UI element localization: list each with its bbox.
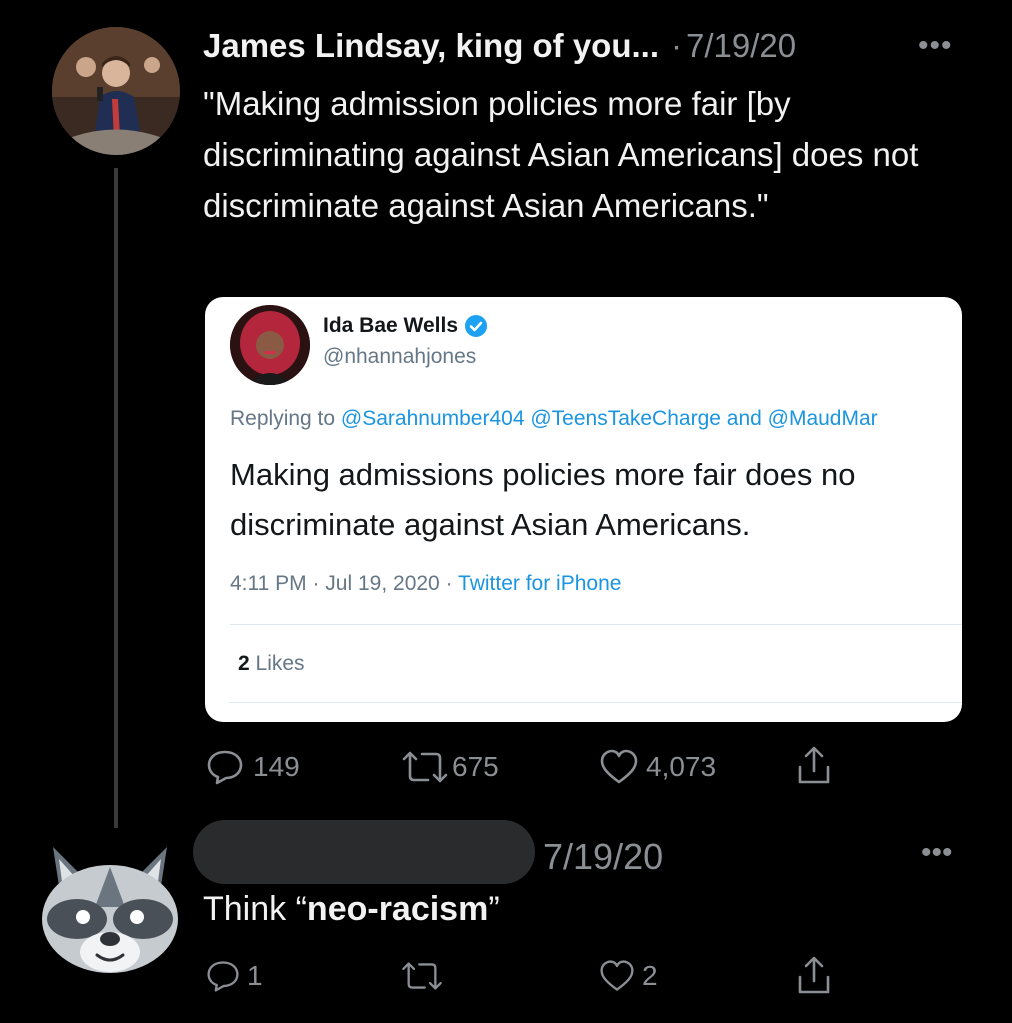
reply-button[interactable]: 1 [205, 958, 263, 994]
quoted-timestamp: 4:11 PM · Jul 19, 2020 · Twitter for iPh… [230, 572, 621, 596]
more-options-icon[interactable]: ••• [918, 31, 953, 61]
display-name[interactable]: James Lindsay, king of you... [203, 27, 659, 65]
like-count: 4,073 [646, 751, 717, 782]
like-count: 2 [642, 960, 658, 991]
like-button[interactable]: 4,073 [598, 748, 716, 786]
raccoon-avatar-icon[interactable] [35, 837, 185, 977]
replying-prefix: Replying to [230, 407, 341, 430]
divider [230, 702, 962, 703]
quoted-text-line: Making admissions policies more fair doe… [230, 457, 856, 492]
reply-mentions: @Sarahnumber404 @TeensTakeCharge and @Ma… [340, 407, 878, 430]
quoted-likes-count: 2 [238, 652, 250, 675]
tweet-text-prefix: Think “ [203, 890, 307, 928]
tweet-text-suffix: ” [488, 890, 500, 928]
tweet-text: "Making admission policies more fair [by… [203, 85, 919, 224]
tweet-text: Think “neo-racism” [203, 890, 500, 929]
embedded-tweet-screenshot[interactable]: Ida Bae Wells @nhannahjones Replying to … [205, 297, 962, 722]
share-button[interactable] [794, 743, 834, 787]
divider [230, 624, 962, 625]
separator-dot: · [671, 27, 683, 64]
tweet-date[interactable]: 7/19/20 [543, 836, 663, 878]
quoted-display-name: Ida Bae Wells [323, 314, 488, 338]
reply-count: 1 [247, 960, 263, 991]
tweet-text-bold: neo-racism [306, 890, 489, 928]
reply-icon [207, 750, 243, 785]
retweet-button[interactable]: 675 [398, 748, 499, 786]
quoted-avatar [230, 305, 310, 385]
quoted-handle: @nhannahjones [323, 345, 477, 368]
quoted-time: 4:11 PM · Jul 19, 2020 · [230, 572, 459, 595]
person-photo-icon [52, 27, 180, 155]
reply-count: 149 [253, 751, 300, 782]
person-photo-icon [230, 305, 310, 385]
retweet-icon [402, 962, 442, 990]
quoted-tweet-text: Making admissions policies more fair doe… [230, 450, 962, 550]
like-button[interactable]: 2 [598, 958, 658, 994]
tweet-header: James Lindsay, king of you... · 7/19/20 [203, 26, 796, 66]
quoted-name-text: Ida Bae Wells [323, 314, 459, 337]
thread-connector-line [114, 168, 118, 828]
tweet-date[interactable]: 7/19/20 [686, 27, 796, 65]
verified-badge-icon [465, 315, 488, 337]
heart-icon [600, 960, 634, 991]
quoted-likes-label: Likes [249, 652, 305, 675]
reply-icon [207, 961, 239, 992]
quoted-source: Twitter for iPhone [458, 572, 622, 595]
retweet-button[interactable] [398, 958, 446, 994]
retweet-icon [402, 751, 448, 783]
heart-icon [600, 749, 638, 784]
share-button[interactable] [794, 953, 834, 997]
redacted-name [193, 820, 535, 884]
quoted-text-line: discriminate against Asian Americans. [230, 507, 751, 542]
retweet-count: 675 [452, 751, 499, 782]
share-icon [798, 956, 830, 994]
quoted-likes: 2 Likes [238, 652, 305, 676]
avatar[interactable] [52, 27, 180, 155]
share-icon [798, 746, 830, 784]
replying-to-line: Replying to @Sarahnumber404 @TeensTakeCh… [230, 407, 878, 431]
more-options-icon[interactable]: ••• [921, 838, 953, 868]
reply-button[interactable]: 149 [205, 748, 300, 786]
